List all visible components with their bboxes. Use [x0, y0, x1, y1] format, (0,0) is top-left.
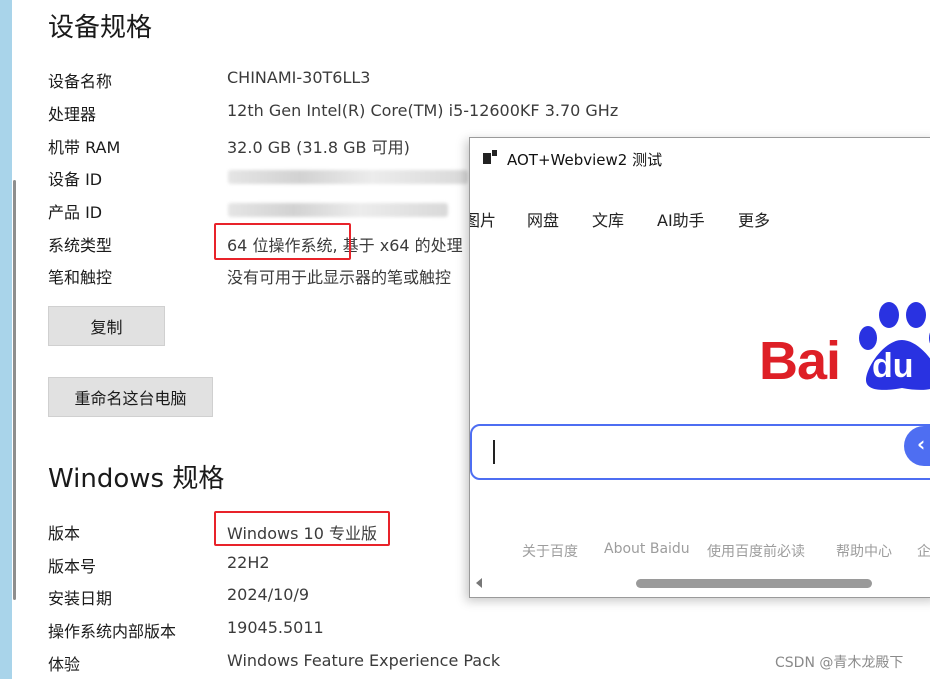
footer-link-enterprise[interactable]: 企 [917, 541, 930, 561]
windows-specs-title: Windows 规格 [48, 464, 225, 494]
win-value-os-build: 19045.5011 [227, 618, 324, 637]
win-label-version: 版本号 [48, 557, 97, 576]
spec-value-pen-touch: 没有可用于此显示器的笔或触控 [227, 268, 452, 287]
app-window-icon [483, 150, 497, 164]
win-label-edition: 版本 [48, 524, 81, 543]
rename-pc-button[interactable]: 重命名这台电脑 [48, 377, 213, 417]
scroll-left-arrow-icon[interactable] [476, 578, 482, 588]
footer-link-about-baidu-en[interactable]: About Baidu [604, 541, 690, 557]
baidu-logo-text: Bai [759, 331, 841, 391]
window-left-accent [0, 0, 12, 679]
spec-label-device-name: 设备名称 [48, 72, 113, 91]
win-value-version: 22H2 [227, 553, 270, 572]
baidu-paw-text: du [872, 347, 914, 385]
nav-link-netdisk[interactable]: 网盘 [527, 207, 559, 231]
spec-value-product-id-redacted [228, 203, 448, 217]
spec-label-device-id: 设备 ID [48, 170, 103, 189]
win-label-install-date: 安装日期 [48, 589, 113, 608]
spec-label-processor: 处理器 [48, 105, 97, 124]
spec-value-device-name: CHINAMI-30T6LL3 [227, 68, 371, 87]
baidu-logo[interactable]: Bai du [759, 298, 930, 394]
system-type-rest: 基于 x64 的处理 [337, 236, 463, 255]
spec-value-processor: 12th Gen Intel(R) Core(TM) i5-12600KF 3.… [227, 101, 619, 120]
baidu-search-input[interactable] [470, 424, 930, 480]
webview-window-title: AOT+Webview2 测试 [507, 151, 663, 169]
spec-value-device-id-redacted [228, 170, 468, 184]
device-specs-title: 设备规格 [48, 13, 153, 43]
webview-window[interactable]: AOT+Webview2 测试 图片 网盘 文库 AI助手 更多 Bai du … [469, 137, 930, 598]
highlight-box-system-type [214, 223, 351, 260]
win-value-experience: Windows Feature Experience Pack [227, 651, 501, 670]
horizontal-scrollbar-thumb[interactable] [636, 579, 872, 588]
footer-link-terms[interactable]: 使用百度前必读 [707, 541, 805, 561]
footer-link-help[interactable]: 帮助中心 [836, 541, 892, 561]
highlight-box-edition [214, 511, 390, 546]
footer-link-about-baidu-cn[interactable]: 关于百度 [522, 541, 578, 561]
nav-link-ai-assistant[interactable]: AI助手 [657, 207, 705, 231]
spec-label-pen-touch: 笔和触控 [48, 268, 113, 287]
chevron-left-icon: ‹ [917, 432, 926, 456]
win-value-install-date: 2024/10/9 [227, 585, 310, 604]
scrollbar[interactable] [13, 180, 16, 600]
text-caret [493, 440, 495, 464]
spec-label-ram: 机带 RAM [48, 138, 121, 157]
nav-link-wenku[interactable]: 文库 [592, 207, 624, 231]
spec-label-system-type: 系统类型 [48, 236, 113, 255]
win-label-experience: 体验 [48, 655, 81, 674]
nav-link-images[interactable]: 图片 [470, 207, 496, 231]
copy-button[interactable]: 复制 [48, 306, 165, 346]
spec-label-product-id: 产品 ID [48, 203, 103, 222]
nav-link-more[interactable]: 更多 [738, 207, 770, 231]
spec-value-ram: 32.0 GB (31.8 GB 可用) [227, 138, 410, 157]
csdn-watermark: CSDN @青木龙殿下 [775, 655, 904, 671]
win-label-os-build: 操作系统内部版本 [48, 622, 177, 641]
